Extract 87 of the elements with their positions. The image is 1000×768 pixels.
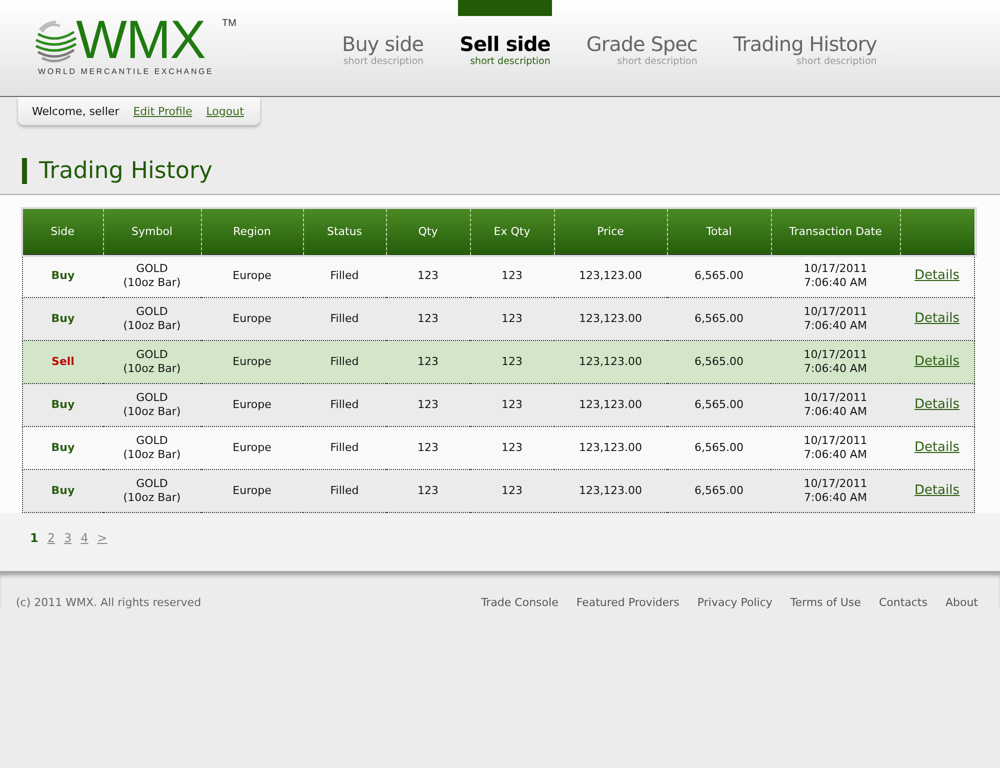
table-cell: Filled [303, 384, 386, 426]
page-link[interactable]: 1 [30, 531, 38, 571]
footer-link[interactable]: Featured Providers [576, 596, 680, 609]
table-cell: 6,565.00 [667, 426, 771, 470]
table-cell: GOLD (10oz Bar) [103, 470, 201, 512]
page-link[interactable]: 4 [80, 531, 88, 571]
table-cell: 123 [470, 426, 554, 470]
table-cell: GOLD (10oz Bar) [103, 384, 201, 426]
table-cell: GOLD (10oz Bar) [103, 340, 201, 384]
table-cell: Europe [201, 254, 303, 298]
table-cell: GOLD (10oz Bar) [103, 426, 201, 470]
table-cell: Buy [22, 298, 103, 340]
footer-link[interactable]: About [945, 596, 978, 609]
table-cell: Europe [201, 384, 303, 426]
table-cell: 10/17/2011 7:06:40 AM [771, 426, 900, 470]
table-cell: 123 [386, 254, 470, 298]
details-link[interactable]: Details [914, 268, 960, 283]
table-cell: Filled [303, 340, 386, 384]
table-cell: 6,565.00 [667, 470, 771, 512]
table-cell: Europe [201, 470, 303, 512]
table-cell: 10/17/2011 7:06:40 AM [771, 340, 900, 384]
nav-tab[interactable]: Buy side short description [340, 0, 426, 67]
table-row[interactable]: Buy GOLD (10oz Bar) Europe Filled 123 123 123,123.00 6,565.00 10/17/2011 7:06:40 AM Details [22, 470, 974, 512]
table-cell: 123 [470, 384, 554, 426]
table-cell: 123 [386, 426, 470, 470]
table-row[interactable]: Buy GOLD (10oz Bar) Europe Filled 123 123 123,123.00 6,565.00 10/17/2011 7:06:40 AM Details [22, 298, 974, 340]
page-link[interactable]: 3 [64, 531, 72, 571]
table-cell: GOLD (10oz Bar) [103, 298, 201, 340]
table-row[interactable]: Buy GOLD (10oz Bar) Europe Filled 123 123 123,123.00 6,565.00 10/17/2011 7:06:40 AM Details [22, 254, 974, 298]
table-cell: 123 [386, 384, 470, 426]
table-cell: 6,565.00 [667, 384, 771, 426]
table-cell: 123,123.00 [554, 470, 667, 512]
nav-tab[interactable]: Sell side short description [458, 0, 552, 67]
table-cell: 6,565.00 [667, 254, 771, 298]
table-cell: 6,565.00 [667, 340, 771, 384]
table-cell: 123 [386, 340, 470, 384]
nav-tab[interactable]: Grade Spec short description [584, 0, 700, 67]
profile-link[interactable]: Edit Profile [133, 104, 192, 118]
table-cell: 10/17/2011 7:06:40 AM [771, 470, 900, 512]
table-row[interactable]: Buy GOLD (10oz Bar) Europe Filled 123 123 123,123.00 6,565.00 10/17/2011 7:06:40 AM Details [22, 384, 974, 426]
table-cell: 123 [470, 340, 554, 384]
details-link[interactable]: Details [914, 440, 960, 455]
table-cell: 123,123.00 [554, 384, 667, 426]
table-cell: 123 [386, 298, 470, 340]
details-link[interactable]: Details [914, 397, 960, 412]
table-cell: 123,123.00 [554, 340, 667, 384]
table-cell: 123 [470, 470, 554, 512]
table-cell: 6,565.00 [667, 298, 771, 340]
details-link[interactable]: Details [914, 354, 960, 369]
table-cell: Sell [22, 340, 103, 384]
details-link[interactable]: Details [914, 483, 960, 498]
nav-tab[interactable]: Trading History short description [731, 0, 879, 67]
footer-link[interactable]: Contacts [878, 596, 928, 609]
table-cell: 123 [470, 298, 554, 340]
table-cell: Europe [201, 340, 303, 384]
footer-link[interactable]: Privacy Policy [697, 596, 772, 609]
table-cell: Buy [22, 426, 103, 470]
logo-wordmark: WMX [76, 17, 205, 63]
table-cell: 10/17/2011 7:06:40 AM [771, 298, 900, 340]
table-cell: Filled [303, 426, 386, 470]
table-cell: GOLD (10oz Bar) [103, 254, 201, 298]
table-cell: Filled [303, 470, 386, 512]
table-cell: Buy [22, 384, 103, 426]
page-title: Trading History [22, 158, 1000, 184]
page-link[interactable]: 2 [47, 531, 55, 571]
table-cell: Filled [303, 254, 386, 298]
table-cell: 123,123.00 [554, 426, 667, 470]
welcome-text: Welcome, seller [32, 104, 120, 118]
table-cell: 10/17/2011 7:06:40 AM [771, 254, 900, 298]
details-link[interactable]: Details [914, 311, 960, 326]
table-cell: 123 [470, 254, 554, 298]
table-cell: 123,123.00 [554, 298, 667, 340]
table-cell: 123,123.00 [554, 254, 667, 298]
table-cell: Europe [201, 426, 303, 470]
footer-link[interactable]: Trade Console [481, 596, 558, 609]
logo-tagline: WORLD MERCANTILE EXCHANGE [38, 67, 214, 76]
footer-link[interactable]: Terms of Use [790, 596, 861, 609]
table-cell: Buy [22, 470, 103, 512]
table-cell: Filled [303, 298, 386, 340]
table-cell: Buy [22, 254, 103, 298]
trademark-sign: TM [222, 18, 236, 29]
page-link[interactable]: > [97, 531, 108, 571]
copyright-text: (c) 2011 WMX. All rights reserved [16, 596, 202, 609]
table-cell: Europe [201, 298, 303, 340]
profile-link[interactable]: Logout [206, 104, 244, 118]
table-cell: 123 [386, 470, 470, 512]
table-cell: 10/17/2011 7:06:40 AM [771, 384, 900, 426]
